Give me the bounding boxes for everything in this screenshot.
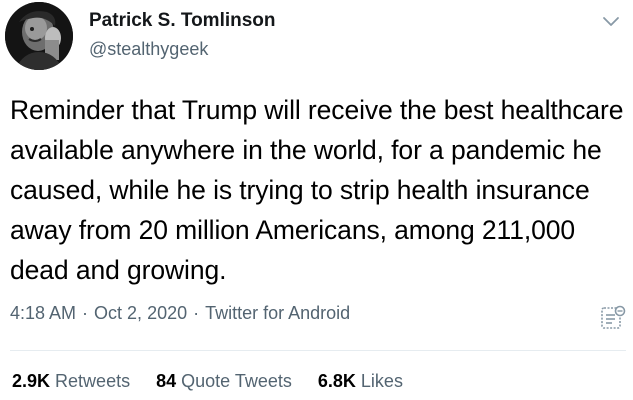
tweet-time[interactable]: 4:18 AM (10, 303, 76, 323)
tweet-date[interactable]: Oct 2, 2020 (94, 303, 187, 323)
retweets-stat[interactable]: 2.9K Retweets (12, 371, 130, 392)
likes-stat[interactable]: 6.8K Likes (318, 371, 403, 392)
likes-label: Likes (360, 371, 403, 391)
avatar-photo-icon (5, 2, 73, 70)
quote-tweets-count: 84 (156, 371, 177, 391)
tweet-source[interactable]: Twitter for Android (205, 303, 350, 323)
avatar[interactable] (5, 2, 73, 70)
quote-tweets-stat[interactable]: 84 Quote Tweets (156, 371, 292, 392)
retweets-count: 2.9K (12, 371, 51, 391)
display-name[interactable]: Patrick S. Tomlinson (89, 10, 276, 32)
engagement-stats: 2.9K Retweets 84 Quote Tweets 6.8K Likes (12, 371, 429, 392)
retweets-label: Retweets (55, 371, 131, 391)
tweet-text: Reminder that Trump will receive the bes… (10, 95, 624, 285)
tweet-meta: 4:18 AM · Oct 2, 2020 · Twitter for Android (10, 303, 350, 324)
user-handle[interactable]: @stealthygeek (89, 39, 208, 60)
analytics-icon[interactable] (600, 305, 626, 331)
quote-tweets-label: Quote Tweets (181, 371, 292, 391)
meta-separator: · (82, 303, 89, 323)
likes-count: 6.8K (317, 371, 356, 391)
divider (10, 350, 626, 351)
tweet-header: Patrick S. Tomlinson @stealthygeek (0, 0, 633, 80)
meta-separator: · (193, 303, 200, 323)
tweet-card: Patrick S. Tomlinson @stealthygeek Remin… (0, 0, 633, 400)
chevron-down-icon[interactable] (602, 14, 620, 28)
